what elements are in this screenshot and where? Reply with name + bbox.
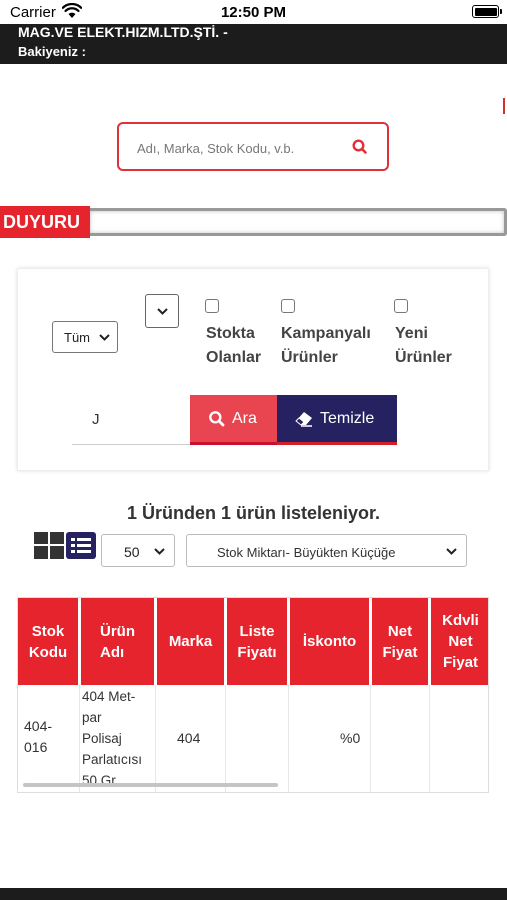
header-net-fiyat: Net Fiyat bbox=[382, 622, 418, 661]
header-liste-fiyati: Liste Fiyatı bbox=[237, 622, 277, 661]
bottom-bar bbox=[0, 888, 507, 900]
chevron-down-icon bbox=[154, 548, 165, 555]
account-header: MAG.VE ELEKT.HIZM.LTD.ŞTİ. - Bakiyeniz : bbox=[0, 24, 507, 64]
column-divider bbox=[288, 685, 289, 792]
campaign-checkbox[interactable] bbox=[281, 299, 295, 313]
announcement-ticker bbox=[90, 208, 507, 236]
eraser-icon bbox=[295, 412, 312, 427]
table-header[interactable]: Ürün Adı bbox=[81, 598, 154, 685]
clear-button[interactable]: Temizle bbox=[277, 395, 397, 445]
horizontal-scrollbar[interactable] bbox=[23, 783, 278, 787]
announcement-label: DUYURU bbox=[0, 206, 90, 238]
status-bar: Carrier 12:50 PM bbox=[0, 0, 507, 24]
header-kdvli-net-fiyat: Kdvli Net Fiyat bbox=[442, 612, 479, 671]
table-header[interactable]: İskonto bbox=[290, 598, 369, 685]
column-divider bbox=[225, 685, 226, 792]
list-view-icon[interactable] bbox=[66, 532, 96, 559]
new-products-checkbox[interactable] bbox=[394, 299, 408, 313]
cell-stok-kodu: 404- 016 bbox=[24, 718, 53, 755]
column-divider bbox=[155, 685, 156, 792]
page-size-value: 50 bbox=[124, 544, 140, 560]
header-marka: Marka bbox=[168, 633, 213, 650]
filter-text-input[interactable] bbox=[72, 395, 190, 445]
table-header[interactable]: Liste Fiyatı bbox=[227, 598, 287, 685]
chevron-down-icon bbox=[446, 548, 457, 555]
chevron-down-icon bbox=[157, 308, 168, 315]
table-header[interactable]: Kdvli Net Fiyat bbox=[431, 598, 488, 685]
in-stock-label: Stokta Olanlar bbox=[206, 325, 262, 366]
decorative-divider bbox=[503, 98, 505, 114]
table-header[interactable]: Marka bbox=[157, 598, 224, 685]
sort-value: Stok Miktarı- Büyükten Küçüğe bbox=[217, 545, 396, 560]
table-header[interactable]: Net Fiyat bbox=[372, 598, 428, 685]
balance-label: Bakiyeniz : bbox=[18, 44, 86, 59]
header-stok-kodu: Stok Kodu bbox=[28, 622, 68, 661]
search-input[interactable] bbox=[137, 138, 347, 158]
page-size-select[interactable]: 50 bbox=[101, 534, 175, 567]
clock: 12:50 PM bbox=[220, 4, 287, 21]
subcategory-select[interactable] bbox=[145, 294, 179, 328]
new-products-label: Yeni Ürünler bbox=[395, 325, 452, 366]
results-summary: 1 Üründen 1 ürün listeleniyor. bbox=[126, 503, 381, 523]
search-button[interactable]: Ara bbox=[190, 395, 277, 445]
in-stock-checkbox[interactable] bbox=[205, 299, 219, 313]
company-name: MAG.VE ELEKT.HIZM.LTD.ŞTİ. - bbox=[18, 24, 228, 40]
product-table: Stok Kodu Ürün Adı Marka Liste Fiyatı İs… bbox=[17, 597, 489, 793]
announcement-bar: DUYURU bbox=[0, 206, 507, 238]
column-divider bbox=[370, 685, 371, 792]
sort-select[interactable]: Stok Miktarı- Büyükten Küçüğe bbox=[186, 534, 467, 567]
category-select[interactable]: Tüm bbox=[52, 321, 118, 353]
cell-iskonto: %0 bbox=[340, 730, 361, 746]
clear-button-label: Temizle bbox=[320, 410, 375, 427]
chevron-down-icon bbox=[99, 334, 110, 341]
grid-view-icon[interactable] bbox=[34, 532, 64, 559]
filter-panel: Tüm Stokta Olanlar Kampanyalı Ürünler Ye… bbox=[17, 268, 489, 471]
header-urun-adi: Ürün Adı bbox=[100, 622, 135, 661]
column-divider bbox=[79, 685, 80, 792]
search-button-label: Ara bbox=[232, 410, 257, 427]
battery-icon bbox=[472, 5, 502, 18]
cell-urun-adi[interactable]: 404 Met- par Polisaj Parlatıcısı 50 Gr bbox=[82, 686, 142, 792]
table-header[interactable]: Stok Kodu bbox=[18, 598, 78, 685]
search-icon bbox=[209, 411, 225, 427]
category-select-value: Tüm bbox=[64, 330, 90, 345]
column-divider bbox=[429, 685, 430, 792]
search-icon[interactable] bbox=[351, 138, 369, 156]
search-box[interactable] bbox=[117, 122, 389, 171]
campaign-label: Kampanyalı Ürünler bbox=[281, 325, 371, 366]
header-iskonto: İskonto bbox=[302, 633, 357, 650]
